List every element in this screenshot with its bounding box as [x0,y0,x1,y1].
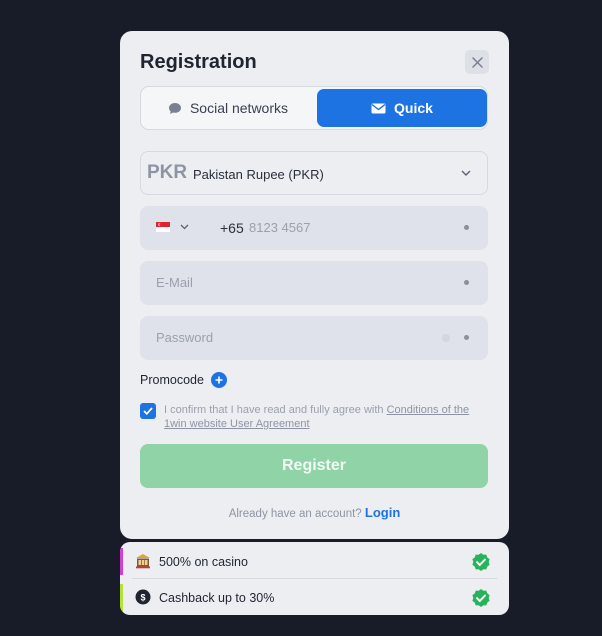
bonus-divider [132,578,497,579]
tab-social-networks-label: Social networks [189,100,289,116]
country-chevron-icon[interactable] [180,224,189,230]
verified-check-icon [472,589,490,607]
plus-icon [215,376,223,384]
bonus-label: 500% on casino [159,555,248,569]
bonus-item-cashback: $ Cashback up to 30% [120,580,509,615]
close-button[interactable] [465,50,489,74]
tab-social-networks[interactable]: Social networks [143,89,313,127]
bonus-item-casino: 500% on casino [120,544,509,579]
tab-quick[interactable]: Quick [317,89,487,127]
login-prompt: Already have an account? [228,508,362,520]
verified-check-icon [472,553,490,571]
singapore-flag-icon[interactable] [156,222,170,232]
currency-name: Pakistan Rupee (PKR) [193,167,324,182]
show-password-icon[interactable] [442,334,450,342]
dial-code: +65 [220,220,244,236]
checkmark-icon [143,407,153,415]
bonus-stripe [120,584,123,611]
login-link[interactable]: Login [365,505,400,520]
svg-text:$: $ [140,593,145,603]
envelope-icon [371,103,386,113]
modal-title: Registration [140,51,257,73]
agreement-sentence: I confirm that I have read and fully agr… [164,404,387,416]
bonus-label: Cashback up to 30% [159,591,275,605]
bonus-panel: 500% on casino $ Cashback up to 30% [120,542,509,615]
required-dot [464,225,469,230]
required-dot [464,335,469,340]
agreement-text: I confirm that I have read and fully agr… [164,403,484,431]
casino-icon [136,554,150,569]
register-button[interactable]: Register [140,444,488,488]
phone-field[interactable]: +65 8123 4567 [140,206,488,250]
tab-quick-label: Quick [394,100,433,116]
agreement-checkbox[interactable] [140,403,156,419]
chevron-down-icon [461,170,471,176]
promocode-label: Promocode [140,373,204,387]
password-field[interactable]: Password [140,316,488,360]
cashback-icon: $ [135,589,151,605]
password-placeholder: Password [156,330,214,345]
login-row: Already have an account? Login [120,505,509,520]
promocode-toggle[interactable]: Promocode [140,372,227,388]
email-field[interactable]: E-Mail [140,261,488,305]
currency-code: PKR [147,162,188,183]
phone-input[interactable]: 8123 4567 [249,220,310,235]
required-dot [464,280,469,285]
currency-select[interactable]: PKR Pakistan Rupee (PKR) [140,151,488,195]
close-icon [471,56,483,68]
chat-bubble-icon [168,102,181,114]
registration-tabs: Social networks Quick [140,86,488,130]
email-placeholder: E-Mail [156,275,193,290]
bonus-stripe [120,548,123,575]
registration-modal: Registration Social networks Quick PKR P… [120,31,509,539]
add-promocode-button[interactable] [210,372,227,388]
